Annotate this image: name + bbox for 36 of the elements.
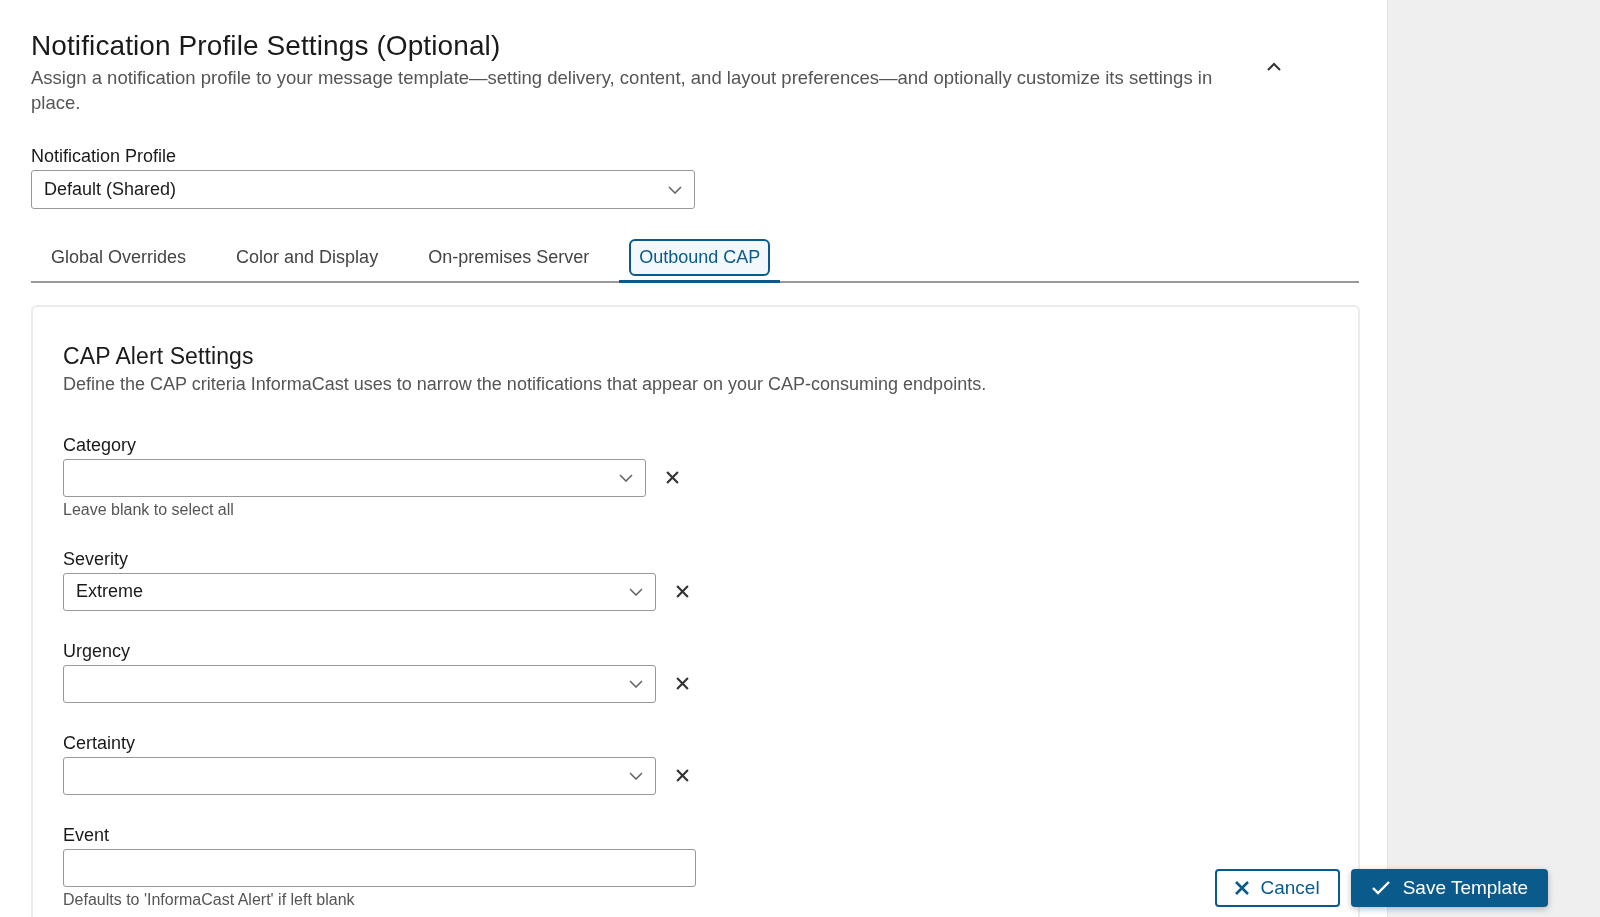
save-button[interactable]: Save Template xyxy=(1350,869,1548,907)
card-description: Define the CAP criteria InformaCast uses to narrow the notifications that appear on your CAP-consuming endpoints. xyxy=(63,373,988,397)
helper-text: Defaults to 'InformaCast Alert' if left blank xyxy=(63,890,355,909)
close-icon xyxy=(1234,881,1249,895)
field-label: Event xyxy=(63,824,111,846)
card-title: CAP Alert Settings xyxy=(63,343,255,371)
helper-text: Leave blank to select all xyxy=(63,500,234,519)
tab[interactable]: Color and Display xyxy=(226,239,389,277)
chevron-down-icon xyxy=(629,771,643,780)
close-icon[interactable] xyxy=(666,471,679,485)
field-label: Category xyxy=(63,434,138,456)
profile-dropdown[interactable]: Default (Shared) xyxy=(31,170,695,210)
chevron-down-icon xyxy=(629,587,643,596)
field-label: Urgency xyxy=(63,640,132,662)
chevron-icon[interactable] xyxy=(1266,62,1282,72)
chevron-down-icon xyxy=(619,473,633,482)
tab[interactable]: On-premises Server xyxy=(418,239,600,277)
field-label: Notification Profile xyxy=(31,146,178,168)
dropdown[interactable]: Extreme xyxy=(63,572,656,611)
close-icon[interactable] xyxy=(676,677,689,691)
close-icon[interactable] xyxy=(676,769,689,783)
field-label: Certainty xyxy=(63,732,137,754)
field-label: Severity xyxy=(63,548,130,570)
chevron-down-icon xyxy=(629,679,643,688)
input-field[interactable] xyxy=(63,848,696,887)
checkmark-icon xyxy=(1370,880,1391,896)
chevron-down-icon xyxy=(668,185,682,194)
dropdown[interactable] xyxy=(63,458,646,497)
tab[interactable]: Global Overrides xyxy=(41,239,197,277)
cancel-button[interactable]: Cancel xyxy=(1214,869,1340,907)
dropdown[interactable] xyxy=(63,756,656,795)
section-description: Assign a notification profile to your message template—setting delivery, content, and layout preferences—and optionally customize its settings in place. xyxy=(31,66,1214,116)
tab[interactable]: Outbound CAP xyxy=(629,239,771,277)
dropdown[interactable] xyxy=(63,664,656,703)
close-icon[interactable] xyxy=(676,585,689,599)
section-title: Notification Profile Settings (Optional) xyxy=(31,29,502,63)
